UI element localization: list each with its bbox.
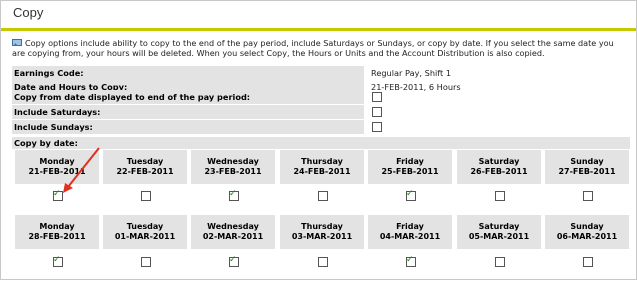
day-header: Tuesday 22-FEB-2011 — [103, 150, 187, 184]
saturdays-checkbox[interactable] — [372, 107, 382, 117]
day-header: Wednesday 23-FEB-2011 — [191, 150, 275, 184]
check-mark-icon: ✓ — [406, 189, 414, 199]
day-header: Saturday 26-FEB-2011 — [457, 150, 541, 184]
info-text: Copy options include ability to copy to … — [12, 38, 614, 58]
day-header: Sunday 06-MAR-2011 — [545, 215, 629, 249]
day-header: Saturday 05-MAR-2011 — [457, 215, 541, 249]
check-mark-icon: ✓ — [229, 189, 237, 199]
day-name: Tuesday — [126, 222, 164, 231]
day-checkbox[interactable] — [318, 257, 328, 267]
sundays-label: Include Sundays: — [12, 120, 364, 134]
day-checkbox[interactable] — [495, 257, 505, 267]
day-name: Wednesday — [207, 222, 259, 231]
check-mark-icon: ✓ — [53, 255, 61, 265]
day-name: Thursday — [301, 157, 343, 166]
day-header: Wednesday 02-MAR-2011 — [191, 215, 275, 249]
earnings-code-row: Earnings Code: Regular Pay, Shift 1 — [12, 66, 622, 80]
day-checkbox[interactable] — [583, 257, 593, 267]
day-date: 24-FEB-2011 — [293, 167, 351, 176]
sundays-checkbox[interactable] — [372, 122, 382, 132]
day-name: Tuesday — [126, 157, 164, 166]
day-checkbox[interactable]: ✓ — [406, 189, 416, 201]
day-checkbox[interactable]: ✓ — [229, 255, 239, 267]
day-name: Friday — [396, 157, 424, 166]
day-name: Sunday — [570, 157, 604, 166]
day-header: Monday 21-FEB-2011 — [15, 150, 99, 184]
copy-end-label: Copy from date displayed to end of the p… — [12, 90, 364, 104]
title-divider — [1, 28, 636, 31]
day-date: 04-MAR-2011 — [379, 232, 441, 241]
day-name: Monday — [39, 222, 75, 231]
day-checkbox[interactable] — [583, 191, 593, 201]
day-header: Thursday 24-FEB-2011 — [280, 150, 364, 184]
day-name: Saturday — [478, 222, 520, 231]
note-icon — [12, 39, 22, 47]
day-date: 06-MAR-2011 — [556, 232, 618, 241]
day-date: 21-FEB-2011 — [28, 167, 86, 176]
copy-end-row: Copy from date displayed to end of the p… — [12, 90, 622, 104]
day-date: 22-FEB-2011 — [116, 167, 174, 176]
day-header: Friday 25-FEB-2011 — [368, 150, 452, 184]
day-header: Tuesday 01-MAR-2011 — [103, 215, 187, 249]
day-name: Sunday — [570, 222, 604, 231]
day-date: 01-MAR-2011 — [114, 232, 176, 241]
day-name: Wednesday — [207, 157, 259, 166]
day-date: 23-FEB-2011 — [204, 167, 262, 176]
day-header: Thursday 03-MAR-2011 — [280, 215, 364, 249]
day-checkbox[interactable] — [141, 191, 151, 201]
day-date: 02-MAR-2011 — [202, 232, 264, 241]
day-checkbox[interactable] — [141, 257, 151, 267]
page-title: Copy — [13, 5, 44, 20]
day-checkbox[interactable]: ✓ — [229, 189, 239, 201]
day-date: 25-FEB-2011 — [381, 167, 439, 176]
day-date: 03-MAR-2011 — [291, 232, 353, 241]
check-mark-icon: ✓ — [53, 189, 61, 199]
day-name: Friday — [396, 222, 424, 231]
day-checkbox[interactable]: ✓ — [406, 255, 416, 267]
day-date: 27-FEB-2011 — [558, 167, 616, 176]
day-header: Monday 28-FEB-2011 — [15, 215, 99, 249]
day-checkbox[interactable]: ✓ — [53, 189, 63, 201]
copy-end-checkbox[interactable] — [372, 92, 382, 102]
copy-by-date-label: Copy by date: — [12, 137, 630, 149]
day-name: Saturday — [478, 157, 520, 166]
info-text-block: Copy options include ability to copy to … — [12, 38, 622, 58]
earnings-code-value: Regular Pay, Shift 1 — [371, 68, 452, 78]
day-header: Sunday 27-FEB-2011 — [545, 150, 629, 184]
saturdays-row: Include Saturdays: — [12, 105, 622, 119]
sundays-row: Include Sundays: — [12, 120, 622, 134]
day-date: 26-FEB-2011 — [470, 167, 528, 176]
day-date: 28-FEB-2011 — [28, 232, 86, 241]
day-checkbox[interactable]: ✓ — [53, 255, 63, 267]
saturdays-label: Include Saturdays: — [12, 105, 364, 119]
day-name: Thursday — [301, 222, 343, 231]
day-checkbox[interactable] — [495, 191, 505, 201]
day-name: Monday — [39, 157, 75, 166]
day-date: 05-MAR-2011 — [468, 232, 530, 241]
day-checkbox[interactable] — [318, 191, 328, 201]
check-mark-icon: ✓ — [229, 255, 237, 265]
day-header: Friday 04-MAR-2011 — [368, 215, 452, 249]
check-mark-icon: ✓ — [406, 255, 414, 265]
earnings-code-label: Earnings Code: — [12, 66, 364, 80]
